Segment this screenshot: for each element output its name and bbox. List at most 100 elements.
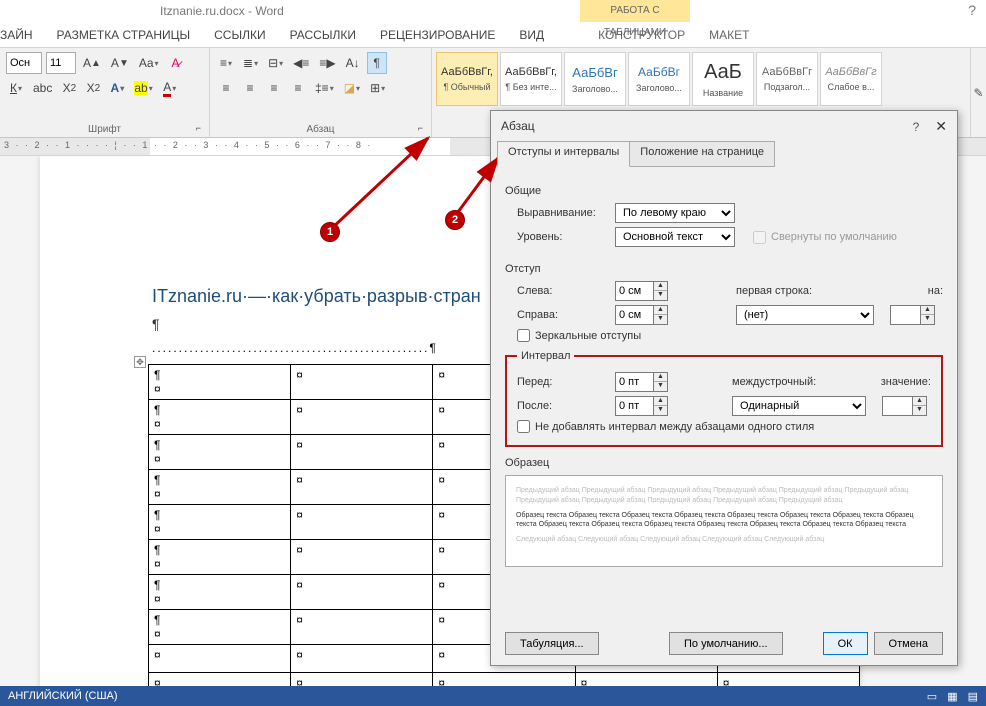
tab-references[interactable]: ССЫЛКИ: [214, 28, 265, 42]
style-item[interactable]: АаБбВвГг,¶ Без инте...: [500, 52, 562, 106]
no-space-same-style-label: Не добавлять интервал между абзацами одн…: [535, 421, 814, 433]
table-cell[interactable]: ¤: [291, 673, 433, 687]
table-cell[interactable]: ¤: [149, 645, 291, 673]
web-layout-icon[interactable]: ▤: [968, 690, 978, 703]
text-effects-button[interactable]: A▾: [107, 77, 127, 99]
numbering-button[interactable]: ≣▾: [240, 52, 261, 74]
table-cell[interactable]: ¤: [149, 673, 291, 687]
indent-group-label: Отступ: [505, 263, 943, 275]
print-layout-icon[interactable]: ▦: [947, 690, 957, 703]
paragraph-dialog: Абзац ?✕ Отступы и интервалы Положение н…: [490, 110, 958, 666]
table-cell[interactable]: ¤: [291, 400, 433, 435]
line-spacing-button[interactable]: ‡≡▾: [312, 77, 337, 99]
table-cell[interactable]: ¤: [291, 505, 433, 540]
line-spacing-select[interactable]: Одинарный: [732, 396, 866, 416]
shrink-font-button[interactable]: A▼: [108, 52, 132, 74]
align-left-button[interactable]: ≡: [216, 77, 236, 99]
sort-button[interactable]: A↓: [343, 52, 363, 74]
tab-page-layout[interactable]: РАЗМЕТКА СТРАНИЦЫ: [57, 28, 191, 42]
alignment-select[interactable]: По левому краю: [615, 203, 735, 223]
dialog-close-icon[interactable]: ✕: [935, 118, 947, 134]
style-item[interactable]: АаБбВвГг,¶ Обычный: [436, 52, 498, 106]
outline-level-select[interactable]: Основной текст: [615, 227, 735, 247]
indent-left-spinner[interactable]: ▲▼: [615, 281, 668, 301]
grow-font-button[interactable]: A▲: [80, 52, 104, 74]
font-size-input[interactable]: [46, 52, 76, 74]
paragraph-launcher-icon[interactable]: ⌐: [418, 123, 423, 133]
table-cell[interactable]: ¤: [291, 610, 433, 645]
table-cell[interactable]: ¶¤: [149, 400, 291, 435]
tab-table-layout[interactable]: МАКЕТ: [709, 28, 749, 42]
superscript-button[interactable]: X2: [83, 77, 103, 99]
table-cell[interactable]: ¤: [291, 470, 433, 505]
tab-review[interactable]: РЕЦЕНЗИРОВАНИЕ: [380, 28, 495, 42]
table-anchor-icon[interactable]: ✥: [134, 356, 146, 368]
table-cell[interactable]: ¶¤: [149, 540, 291, 575]
first-line-by-spinner[interactable]: ▲▼: [890, 305, 935, 325]
tab-indents-spacing[interactable]: Отступы и интервалы: [497, 141, 630, 167]
strikethrough-button[interactable]: К▾: [6, 77, 26, 99]
table-cell[interactable]: ¶¤: [149, 470, 291, 505]
highlight-button[interactable]: ab▾: [131, 77, 155, 99]
line-spacing-value-spinner[interactable]: ▲▼: [882, 396, 927, 416]
table-cell[interactable]: ¤: [575, 673, 717, 687]
cancel-button[interactable]: Отмена: [874, 632, 943, 655]
align-center-button[interactable]: ≡: [240, 77, 260, 99]
tab-mailings[interactable]: РАССЫЛКИ: [290, 28, 356, 42]
no-space-same-style-checkbox[interactable]: [517, 420, 530, 433]
subscript-button[interactable]: X2: [59, 77, 79, 99]
style-item[interactable]: АаБбВвГгПодзагол...: [756, 52, 818, 106]
table-cell[interactable]: ¶¤: [149, 505, 291, 540]
clear-formatting-button[interactable]: A̷: [166, 52, 186, 74]
table-cell[interactable]: ¤: [717, 673, 859, 687]
tabs-button[interactable]: Табуляция...: [505, 632, 599, 655]
read-mode-icon[interactable]: ▭: [927, 690, 937, 703]
space-after-label: После:: [517, 400, 607, 412]
strike-button[interactable]: abc: [30, 77, 55, 99]
tab-line-page-breaks[interactable]: Положение на странице: [629, 141, 775, 167]
ok-button[interactable]: ОК: [823, 632, 868, 655]
table-cell[interactable]: ¶¤: [149, 365, 291, 400]
table-cell[interactable]: ¤: [291, 645, 433, 673]
table-cell[interactable]: ¤: [291, 575, 433, 610]
show-marks-button[interactable]: ¶: [367, 52, 387, 74]
indent-right-spinner[interactable]: ▲▼: [615, 305, 668, 325]
document-heading[interactable]: ITznanie.ru·—·как·убрать·разрыв·стран: [152, 286, 481, 307]
tab-design[interactable]: ЗАЙН: [0, 28, 33, 42]
sample-preview: Предыдущий абзац Предыдущий абзац Предыд…: [505, 475, 943, 567]
space-after-spinner[interactable]: ▲▼: [615, 396, 668, 416]
style-item[interactable]: АаБбВгЗаголово...: [628, 52, 690, 106]
borders-button[interactable]: ⊞▾: [367, 77, 388, 99]
tab-view[interactable]: ВИД: [519, 28, 544, 42]
first-line-select[interactable]: (нет): [736, 305, 874, 325]
mirror-indents-checkbox[interactable]: [517, 329, 530, 342]
style-item[interactable]: АаБбВгЗаголово...: [564, 52, 626, 106]
font-launcher-icon[interactable]: ⌐: [196, 123, 201, 133]
table-cell[interactable]: ¶¤: [149, 610, 291, 645]
help-icon[interactable]: ?: [968, 2, 976, 18]
style-item[interactable]: АаБбВвГгСлабое в...: [820, 52, 882, 106]
font-color-button[interactable]: A▾: [160, 77, 180, 99]
status-language[interactable]: АНГЛИЙСКИЙ (США): [8, 690, 118, 702]
dialog-help-icon[interactable]: ?: [913, 120, 920, 134]
space-before-spinner[interactable]: ▲▼: [615, 372, 668, 392]
shading-button[interactable]: ◪▾: [341, 77, 363, 99]
multilevel-button[interactable]: ⊟▾: [265, 52, 286, 74]
table-cell[interactable]: ¶¤: [149, 575, 291, 610]
bullets-button[interactable]: ≡▾: [216, 52, 236, 74]
editing-group-icon[interactable]: ✎: [970, 48, 986, 137]
table-cell[interactable]: ¤: [433, 673, 575, 687]
table-cell[interactable]: ¤: [291, 540, 433, 575]
align-right-button[interactable]: ≡: [264, 77, 284, 99]
default-button[interactable]: По умолчанию...: [669, 632, 783, 655]
font-name-input[interactable]: [6, 52, 42, 74]
outline-level-label: Уровень:: [517, 231, 607, 243]
increase-indent-button[interactable]: ≡▶: [316, 52, 338, 74]
justify-button[interactable]: ≡: [288, 77, 308, 99]
table-cell[interactable]: ¶¤: [149, 435, 291, 470]
decrease-indent-button[interactable]: ◀≡: [290, 52, 312, 74]
table-cell[interactable]: ¤: [291, 435, 433, 470]
table-cell[interactable]: ¤: [291, 365, 433, 400]
change-case-button[interactable]: Aa▾: [136, 52, 162, 74]
style-item[interactable]: АаБНазвание: [692, 52, 754, 106]
